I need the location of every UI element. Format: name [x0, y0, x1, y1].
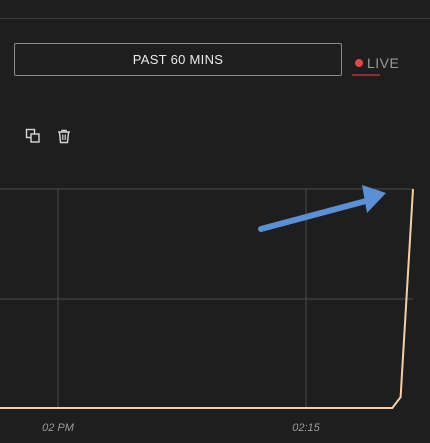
chart-grid — [0, 188, 413, 408]
x-axis-ticks: 02 PM 02:15 — [42, 422, 321, 434]
chart-area: 02 PM 02:15 — [0, 185, 414, 434]
arrow-shaft — [258, 198, 369, 232]
x-tick-label: 02 PM — [42, 422, 75, 434]
arrow-annotation — [258, 185, 386, 232]
x-tick-label: 02:15 — [292, 422, 320, 434]
